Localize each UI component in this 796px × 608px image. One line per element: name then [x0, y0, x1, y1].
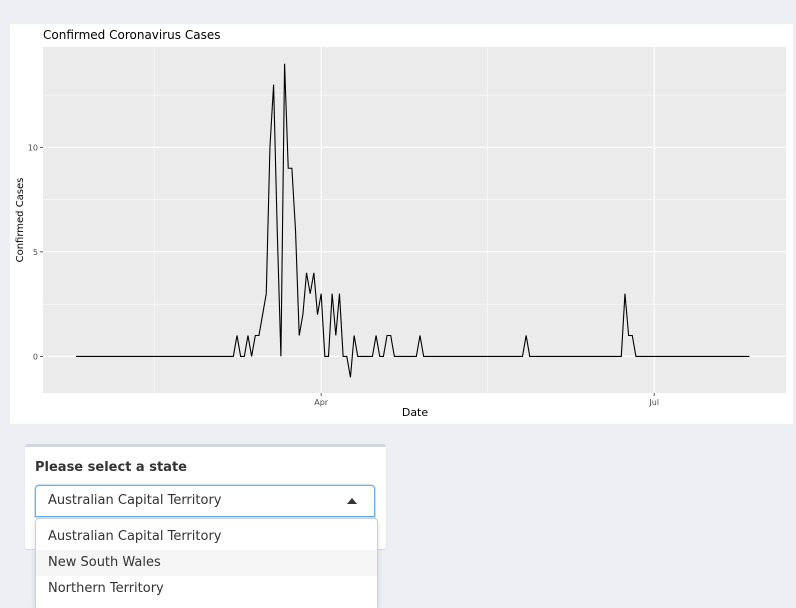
state-dropdown-menu: Australian Capital Territory New South W…: [35, 518, 378, 608]
y-tick-label: 10: [28, 143, 38, 152]
state-select-label: Please select a state: [35, 460, 187, 475]
state-option[interactable]: Northern Territory: [36, 576, 377, 602]
state-select[interactable]: Australian Capital Territory: [35, 485, 375, 517]
caret-up-icon: [347, 498, 357, 504]
x-axis-label: Date: [402, 406, 429, 419]
cases-chart-svg: Confirmed Coronavirus Cases 0510 Apr Jul …: [15, 28, 786, 419]
x-tick-label: Apr: [314, 398, 329, 407]
y-tick-label: 5: [33, 248, 38, 257]
x-tick-label: Jul: [648, 398, 659, 407]
state-option[interactable]: New South Wales: [36, 550, 377, 576]
y-axis-label: Confirmed Cases: [15, 178, 26, 263]
y-tick-label: 0: [33, 352, 38, 361]
cases-plot: Confirmed Coronavirus Cases 0 5 10 Apr Jul …: [10, 24, 793, 424]
x-axis: Apr Jul: [314, 393, 659, 407]
state-select-value: Australian Capital Territory: [48, 493, 222, 508]
y-axis: 0 5 10: [28, 143, 43, 361]
state-option[interactable]: Australian Capital Territory: [36, 524, 377, 550]
chart-title: Confirmed Coronavirus Cases: [43, 28, 220, 42]
